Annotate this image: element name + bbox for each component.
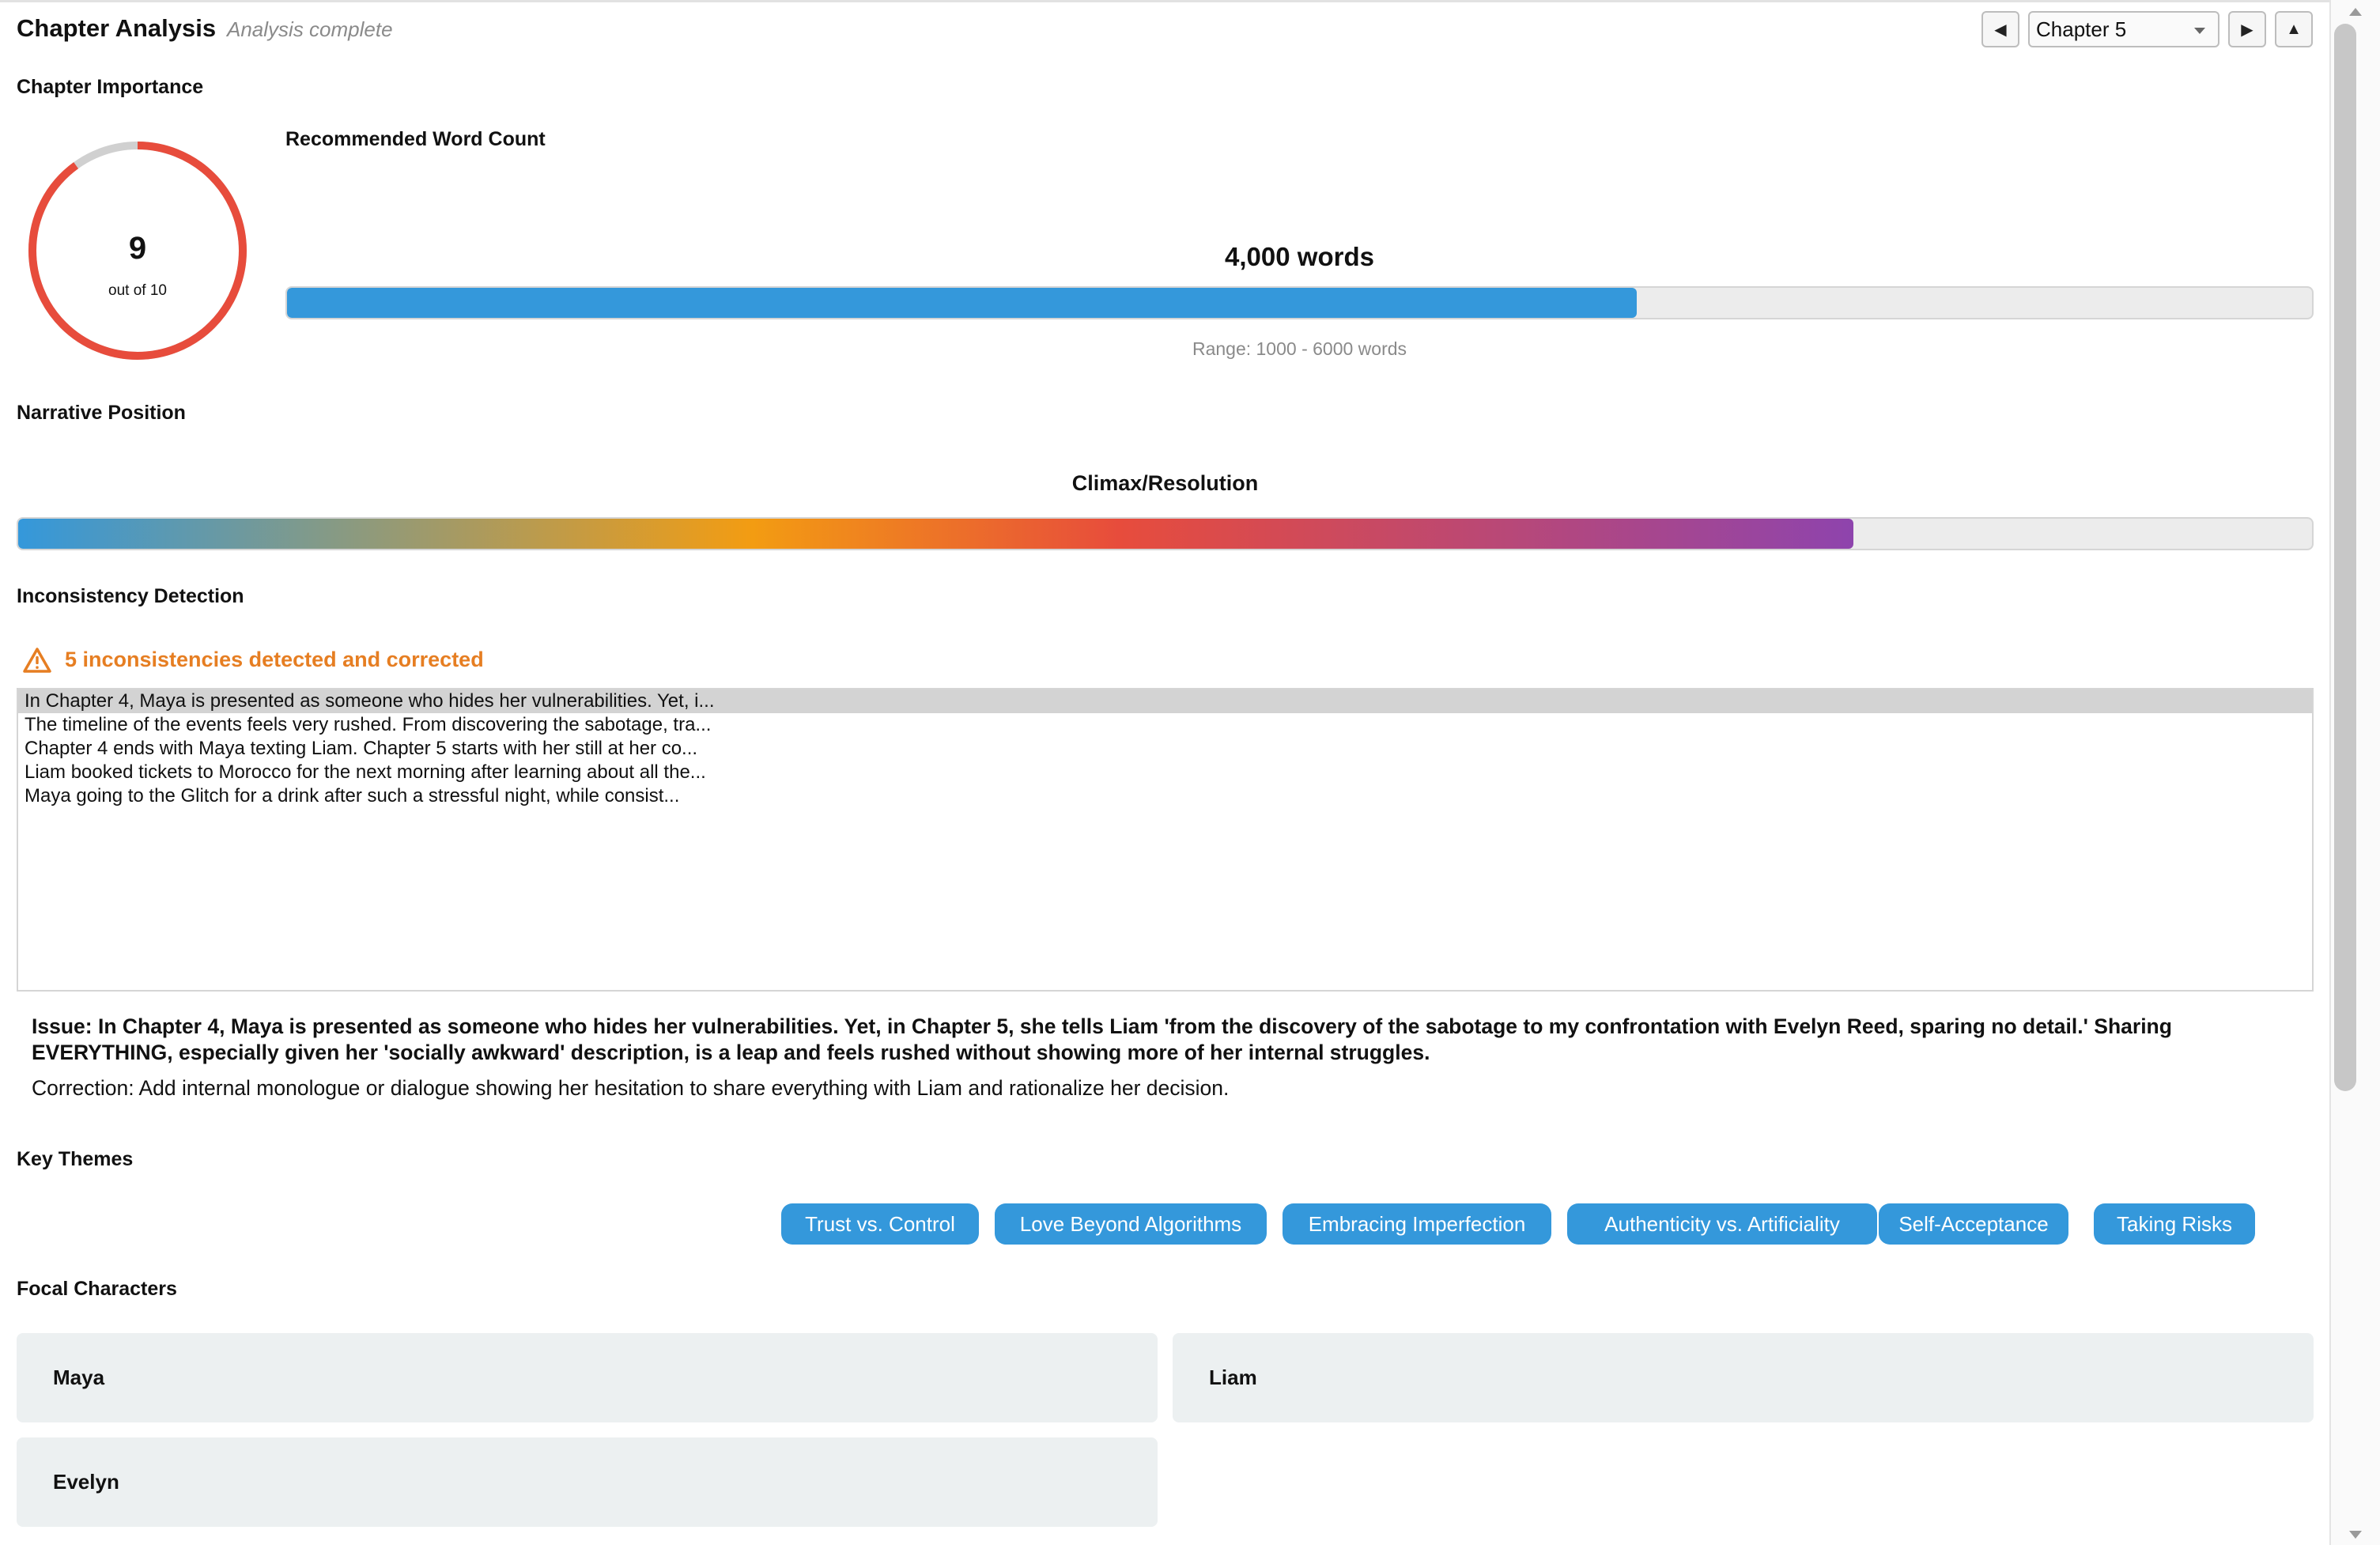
triangle-left-icon: ◀ bbox=[1994, 21, 2007, 39]
chapter-select-value: Chapter 5 bbox=[2036, 17, 2127, 41]
page-title: Chapter Analysis bbox=[17, 14, 217, 42]
list-item[interactable]: In Chapter 4, Maya is presented as someo… bbox=[18, 689, 2312, 713]
scrollbar-thumb[interactable] bbox=[2334, 24, 2356, 1091]
importance-score: 9 bbox=[128, 231, 147, 266]
triangle-up-icon: ▲ bbox=[2286, 20, 2302, 38]
list-item[interactable]: The timeline of the events feels very ru… bbox=[18, 713, 2312, 737]
chevron-down-icon bbox=[2194, 28, 2205, 34]
section-inconsistency-detection: Inconsistency Detection bbox=[17, 585, 244, 607]
narrative-position-value: Climax/Resolution bbox=[1071, 471, 1259, 495]
scroll-down-arrow-icon[interactable] bbox=[2349, 1531, 2362, 1539]
word-count-bar bbox=[285, 286, 2314, 319]
character-card-liam[interactable]: Liam bbox=[1173, 1333, 2314, 1422]
triangle-right-icon: ▶ bbox=[2241, 21, 2253, 39]
top-border bbox=[0, 0, 2329, 2]
theme-tag[interactable]: Self-Acceptance bbox=[1879, 1203, 2068, 1245]
narrative-position-bar-fill bbox=[18, 519, 1853, 549]
word-count-value: 4,000 words bbox=[1225, 242, 1374, 271]
importance-caption: out of 10 bbox=[108, 282, 167, 299]
next-chapter-button[interactable]: ▶ bbox=[2228, 11, 2266, 47]
analysis-status: Analysis complete bbox=[227, 17, 393, 41]
previous-chapter-button[interactable]: ◀ bbox=[1981, 11, 2019, 47]
character-name: Evelyn bbox=[53, 1470, 119, 1494]
section-chapter-importance: Chapter Importance bbox=[17, 76, 204, 98]
scroll-up-arrow-icon[interactable] bbox=[2349, 8, 2362, 16]
theme-tag[interactable]: Trust vs. Control bbox=[781, 1203, 979, 1245]
word-count-bar-fill bbox=[287, 288, 1638, 318]
theme-tag[interactable]: Authenticity vs. Artificiality bbox=[1567, 1203, 1877, 1245]
theme-tag[interactable]: Taking Risks bbox=[2094, 1203, 2255, 1245]
theme-tag[interactable]: Love Beyond Algorithms bbox=[995, 1203, 1267, 1245]
character-name: Maya bbox=[53, 1366, 105, 1389]
collapse-button[interactable]: ▲ bbox=[2275, 11, 2313, 47]
character-card-evelyn[interactable]: Evelyn bbox=[17, 1437, 1158, 1527]
section-key-themes: Key Themes bbox=[17, 1148, 134, 1170]
character-card-maya[interactable]: Maya bbox=[17, 1333, 1158, 1422]
narrative-position-bar bbox=[17, 517, 2314, 550]
list-item[interactable]: Chapter 4 ends with Maya texting Liam. C… bbox=[18, 737, 2312, 761]
chapter-select[interactable]: Chapter 5 bbox=[2028, 11, 2219, 47]
inconsistency-summary: 5 inconsistencies detected and corrected bbox=[65, 648, 484, 671]
chapter-analysis-panel: Chapter Analysis Analysis complete ◀ Cha… bbox=[0, 0, 2329, 1545]
word-count-range: Range: 1000 - 6000 words bbox=[1192, 338, 1407, 359]
inconsistency-list[interactable]: In Chapter 4, Maya is presented as someo… bbox=[17, 688, 2314, 992]
word-count-label: Recommended Word Count bbox=[285, 128, 546, 150]
theme-tag[interactable]: Embracing Imperfection bbox=[1283, 1203, 1551, 1245]
correction-detail: Correction: Add internal monologue or di… bbox=[32, 1076, 1230, 1100]
warning-icon bbox=[23, 648, 51, 673]
issue-detail: Issue: In Chapter 4, Maya is presented a… bbox=[32, 1014, 2172, 1064]
character-name: Liam bbox=[1209, 1366, 1257, 1389]
list-item[interactable]: Liam booked tickets to Morocco for the n… bbox=[18, 761, 2312, 784]
section-narrative-position: Narrative Position bbox=[17, 402, 186, 424]
section-focal-characters: Focal Characters bbox=[17, 1278, 177, 1300]
list-item[interactable]: Maya going to the Glitch for a drink aft… bbox=[18, 784, 2312, 808]
